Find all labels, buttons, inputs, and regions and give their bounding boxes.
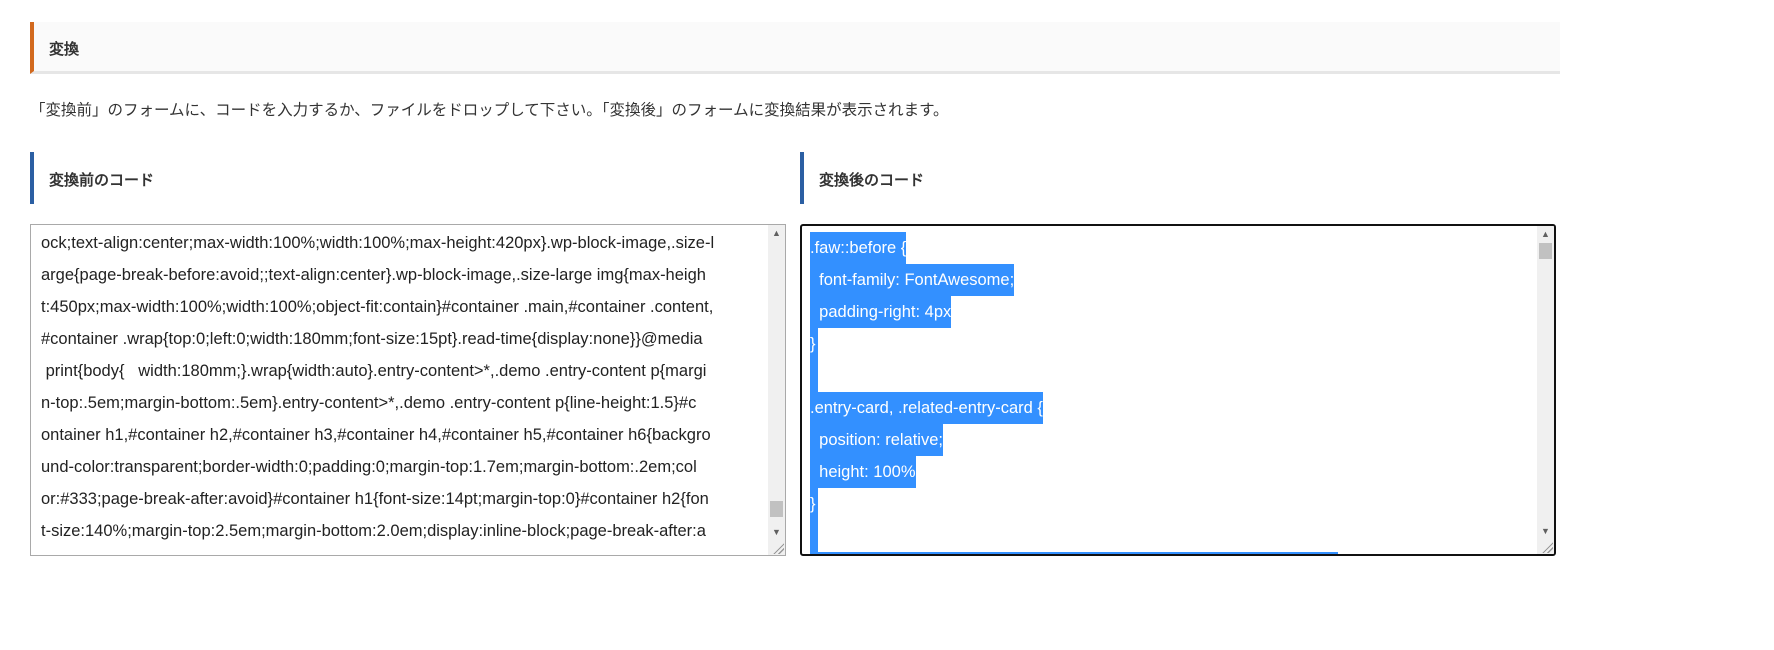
- code-line: ock;text-align:center;max-width:100%;wid…: [41, 227, 714, 259]
- scroll-down-icon[interactable]: ▼: [1537, 523, 1554, 540]
- after-scrollbar[interactable]: ▲ ▼: [1537, 226, 1554, 554]
- code-line-text: #container .wrap{top:0;left:0;width:180m…: [41, 330, 703, 348]
- code-line: [810, 360, 1338, 392]
- code-line: .faw::before {: [810, 232, 1338, 264]
- code-line: void;}}@page{size:A4;margin-top:10mm;mar…: [41, 547, 714, 555]
- code-line: height: 100%: [810, 456, 1338, 488]
- code-line-text: }: [810, 488, 818, 520]
- code-line-text: [810, 520, 818, 552]
- code-line: }: [810, 328, 1338, 360]
- resize-grip-icon[interactable]: [1541, 541, 1553, 553]
- code-line: }: [810, 488, 1338, 520]
- code-line: .entry-card-thumb, .widget-entry-card-th…: [810, 552, 1339, 554]
- code-line: padding-right: 4px: [810, 296, 1338, 328]
- code-line: #container .wrap{top:0;left:0;width:180m…: [41, 323, 714, 355]
- code-line-text: }: [810, 328, 818, 360]
- description-text: 「変換前」のフォームに、コードを入力するか、ファイルをドロップして下さい。「変換…: [30, 101, 949, 119]
- scroll-down-icon[interactable]: ▼: [768, 524, 785, 541]
- code-line: position: relative;: [810, 424, 1338, 456]
- code-line-text: font-family: FontAwesome;: [810, 264, 1015, 296]
- code-line-text: position: relative;: [810, 424, 943, 456]
- code-line: ontainer h1,#container h2,#container h3,…: [41, 419, 714, 451]
- scroll-up-icon[interactable]: ▲: [1537, 226, 1554, 243]
- after-heading-label: 変換後のコード: [819, 171, 925, 189]
- code-line-text: t-size:140%;margin-top:2.5em;margin-bott…: [41, 522, 706, 540]
- code-line: font-family: FontAwesome;: [810, 264, 1338, 296]
- code-line-text: void;}}@page{size:A4;margin-top:10mm;mar…: [41, 554, 698, 555]
- after-heading: 変換後のコード: [800, 152, 924, 204]
- before-scrollbar[interactable]: ▲ ▼: [768, 225, 785, 555]
- code-line: .entry-card, .related-entry-card {: [810, 392, 1338, 424]
- code-line-text: t:450px;max-width:100%;width:100%;object…: [41, 298, 714, 316]
- code-line-text: height: 100%: [810, 456, 916, 488]
- code-line-text: or:#333;page-break-after:avoid}#containe…: [41, 490, 709, 508]
- code-line-text: arge{page-break-before:avoid;;text-align…: [41, 266, 706, 284]
- code-line: [810, 520, 1338, 552]
- section-header: 変換: [30, 22, 1560, 74]
- code-line: or:#333;page-break-after:avoid}#containe…: [41, 483, 714, 515]
- before-heading: 変換前のコード: [30, 152, 154, 204]
- code-line-text: [810, 360, 818, 392]
- scroll-thumb[interactable]: [1539, 243, 1552, 259]
- code-line-text: .entry-card-thumb, .widget-entry-card-th…: [810, 552, 1339, 554]
- code-line-text: padding-right: 4px: [810, 296, 952, 328]
- code-line: t:450px;max-width:100%;width:100%;object…: [41, 291, 714, 323]
- after-code-textarea[interactable]: .faw::before { font-family: FontAwesome;…: [800, 224, 1556, 556]
- code-line: arge{page-break-before:avoid;;text-align…: [41, 259, 714, 291]
- code-line-text: n-top:.5em;margin-bottom:.5em}.entry-con…: [41, 394, 697, 412]
- scroll-thumb[interactable]: [770, 501, 783, 517]
- code-line-text: und-color:transparent;border-width:0;pad…: [41, 458, 697, 476]
- code-line: print{body{ width:180mm;}.wrap{width:aut…: [41, 355, 714, 387]
- before-code-textarea[interactable]: ock;text-align:center;max-width:100%;wid…: [30, 224, 786, 556]
- code-line: t-size:140%;margin-top:2.5em;margin-bott…: [41, 515, 714, 547]
- code-line-text: ontainer h1,#container h2,#container h3,…: [41, 426, 711, 444]
- scroll-up-icon[interactable]: ▲: [768, 225, 785, 242]
- resize-grip-icon[interactable]: [772, 542, 784, 554]
- before-heading-label: 変換前のコード: [49, 171, 155, 189]
- code-line: n-top:.5em;margin-bottom:.5em}.entry-con…: [41, 387, 714, 419]
- code-line-text: print{body{ width:180mm;}.wrap{width:aut…: [41, 362, 707, 380]
- code-line: und-color:transparent;border-width:0;pad…: [41, 451, 714, 483]
- code-line-text: .faw::before {: [810, 232, 907, 264]
- code-line-text: ock;text-align:center;max-width:100%;wid…: [41, 234, 715, 252]
- code-line-text: .entry-card, .related-entry-card {: [810, 392, 1043, 424]
- section-title: 変換: [49, 40, 80, 58]
